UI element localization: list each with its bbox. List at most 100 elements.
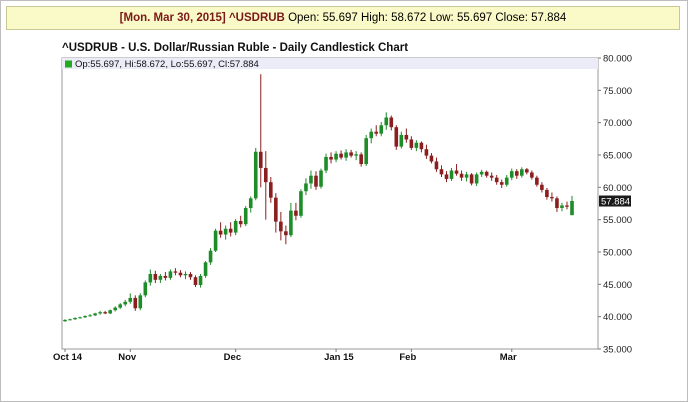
candle-body xyxy=(274,197,278,222)
candle-body xyxy=(429,155,434,162)
candle-body xyxy=(359,154,363,165)
y-tick-label: 65.000 xyxy=(603,151,632,162)
candle-body xyxy=(158,275,163,280)
candle-body xyxy=(183,273,188,276)
candle-body xyxy=(138,295,143,309)
candle-body xyxy=(389,117,394,128)
candle-body xyxy=(279,221,283,232)
plot-area xyxy=(61,57,599,350)
candle-body xyxy=(404,134,409,140)
candle-body xyxy=(570,201,574,216)
x-tick-label: Oct 14 xyxy=(53,352,83,363)
x-axis: Oct 14 Nov Dec Jan 15 Feb Mar xyxy=(53,349,517,363)
x-tick-label: Jan 15 xyxy=(324,352,354,363)
candle-body xyxy=(294,210,298,216)
candle-body xyxy=(73,317,77,320)
candle-body xyxy=(269,182,273,198)
candle-body xyxy=(93,313,97,316)
candle-body xyxy=(168,271,173,278)
candle-body xyxy=(143,282,148,296)
candle-body xyxy=(98,312,102,314)
x-tick-label: Dec xyxy=(224,352,241,363)
last-value-marker: 57.884 xyxy=(599,195,631,208)
candle xyxy=(108,309,112,315)
candle-body xyxy=(454,170,459,174)
candle-body xyxy=(550,197,554,199)
candle-body xyxy=(409,139,414,148)
candle-body xyxy=(504,177,509,185)
candle-body xyxy=(469,174,474,184)
candle-body xyxy=(319,170,323,187)
candle-body xyxy=(248,198,253,209)
x-tick-label: Nov xyxy=(118,352,137,363)
candle-body xyxy=(233,220,238,233)
candle-body xyxy=(459,173,464,178)
candle-body xyxy=(163,275,168,278)
candle-body xyxy=(78,317,82,319)
candle-body xyxy=(238,220,243,225)
candle xyxy=(364,134,368,166)
candle-body xyxy=(449,170,454,179)
y-tick-label: 80.000 xyxy=(603,54,632,65)
legend-swatch xyxy=(65,60,72,68)
candle-body xyxy=(509,171,514,178)
candle-body xyxy=(489,175,494,178)
candle-body xyxy=(193,277,198,285)
candle-body xyxy=(399,134,404,147)
candle-body xyxy=(334,153,338,160)
candle-body xyxy=(208,250,213,263)
candle-body xyxy=(555,198,559,209)
candle-body xyxy=(329,156,333,160)
candle-body xyxy=(63,319,67,322)
candle-body xyxy=(133,297,138,309)
candle-body xyxy=(243,208,248,225)
candle-body xyxy=(213,230,218,251)
candle-body xyxy=(103,312,107,314)
candle-body xyxy=(434,161,439,170)
candle-body xyxy=(545,189,549,198)
candle-body xyxy=(384,117,389,126)
candle-body xyxy=(479,171,484,175)
candle-body xyxy=(474,174,479,184)
candle xyxy=(138,293,143,311)
y-tick-label: 55.000 xyxy=(603,215,632,226)
candle-body xyxy=(349,152,353,156)
candle-body xyxy=(484,171,489,176)
candle-body xyxy=(113,307,117,311)
y-tick-label: 45.000 xyxy=(603,280,632,291)
candle-body xyxy=(525,169,529,173)
candle-body xyxy=(218,230,223,235)
candle-body xyxy=(258,151,263,168)
candle-body xyxy=(304,183,308,192)
x-tick-label: Mar xyxy=(500,352,517,363)
y-tick-label: 40.000 xyxy=(603,312,632,323)
candle-body xyxy=(364,138,368,165)
candle-body xyxy=(178,272,183,276)
candle-body xyxy=(223,228,228,235)
candle-body xyxy=(203,262,208,276)
candle-body xyxy=(118,304,123,308)
x-tick-label: Feb xyxy=(399,352,416,363)
candle-body xyxy=(424,149,429,156)
candle-body xyxy=(228,228,233,233)
candle-body xyxy=(535,177,539,185)
candle-body xyxy=(108,310,112,314)
candle xyxy=(143,280,148,298)
candle-body xyxy=(198,275,203,285)
candle-body xyxy=(439,169,444,175)
y-tick-label: 75.000 xyxy=(603,86,632,97)
candle-body xyxy=(565,205,569,207)
candle-body xyxy=(339,153,343,158)
candle-body xyxy=(414,142,419,148)
candle xyxy=(213,228,218,252)
candle-body xyxy=(369,131,374,139)
candle-body xyxy=(309,175,313,184)
candle-body xyxy=(253,151,258,199)
candlestick-chart: Op:55.697, Hi:58.672, Lo:55.697, Cl:57.8… xyxy=(53,54,632,364)
candle xyxy=(319,168,323,189)
last-value-label: 57.884 xyxy=(601,197,630,208)
y-tick-label: 60.000 xyxy=(603,183,632,194)
y-tick-label: 70.000 xyxy=(603,118,632,129)
candle-body xyxy=(284,231,288,236)
candle-body xyxy=(148,273,153,283)
